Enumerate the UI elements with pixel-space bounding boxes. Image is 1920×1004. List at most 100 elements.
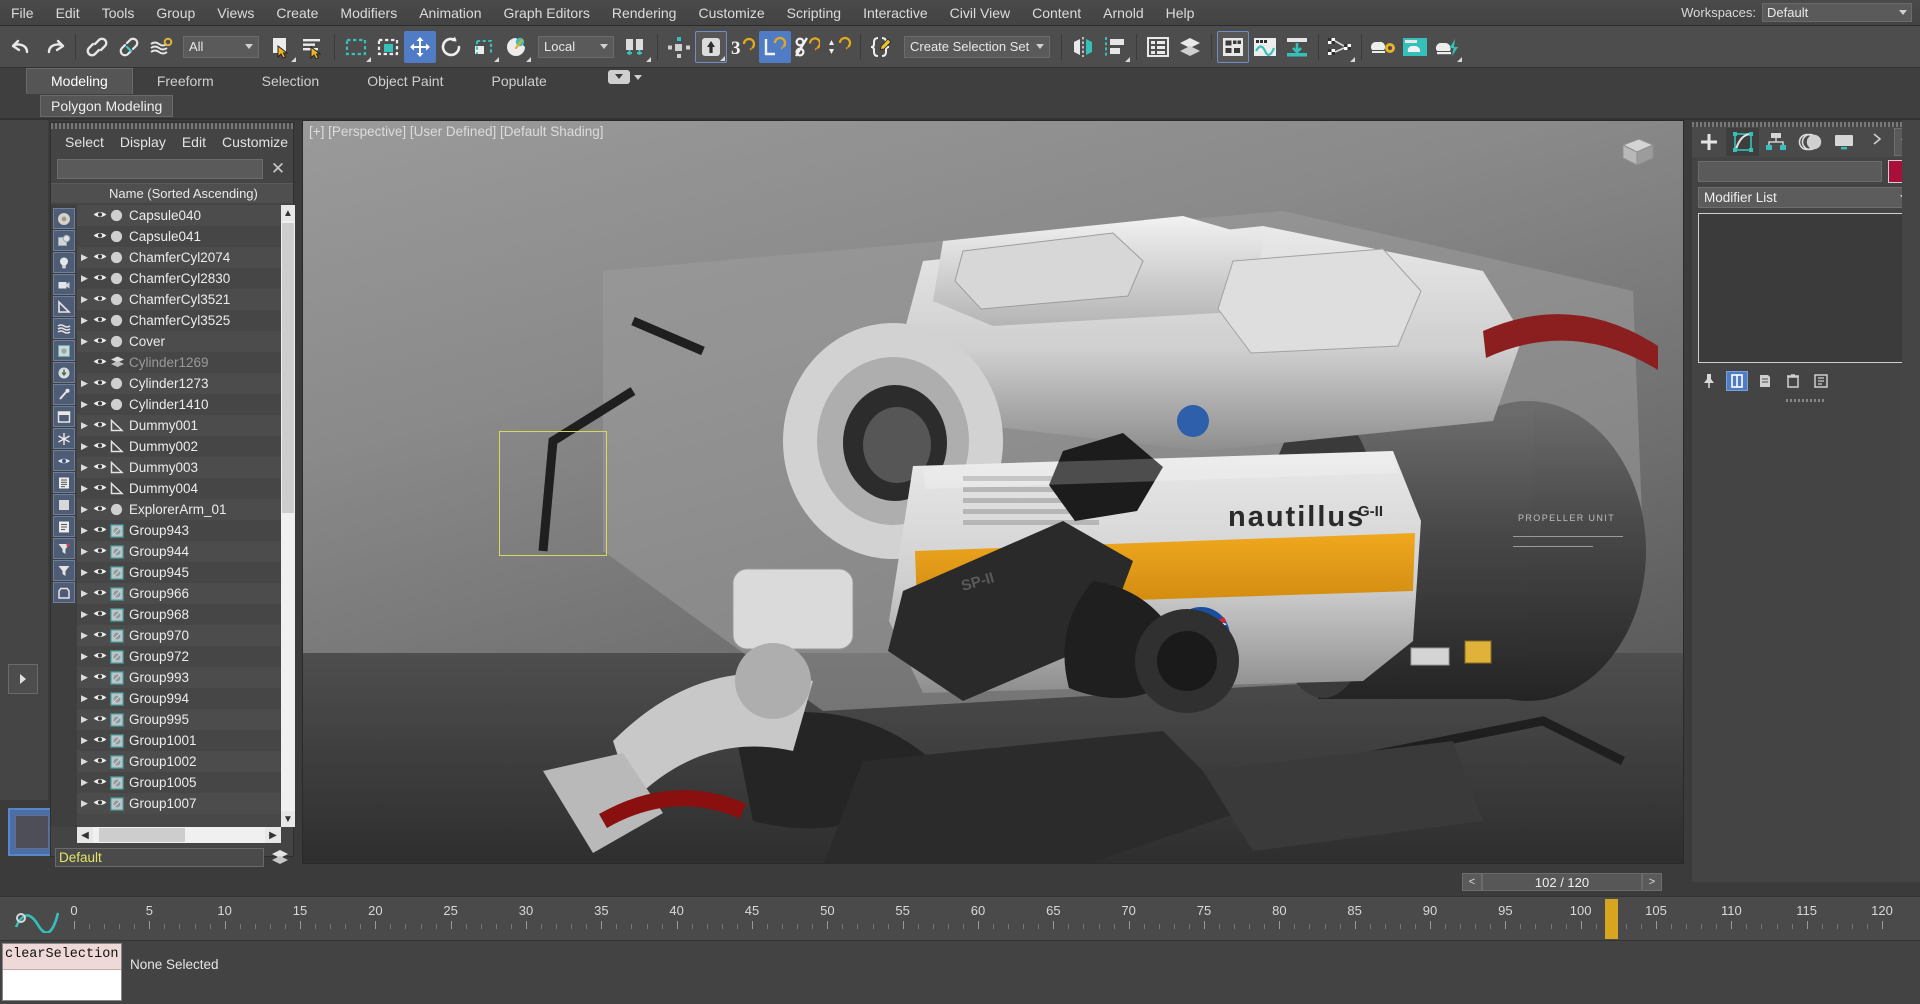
modifier-list-select[interactable]: Modifier List [1698,187,1914,208]
track-bar[interactable]: 0510152025303540455055606570758085909510… [0,896,1920,940]
menu-animation[interactable]: Animation [408,2,492,24]
menu-edit[interactable]: Edit [45,2,91,24]
visibility-eye-icon[interactable] [93,733,110,748]
visibility-eye-icon[interactable] [93,712,110,727]
scene-object-row[interactable]: Capsule040 [77,205,281,226]
timeline-ruler[interactable]: 0510152025303540455055606570758085909510… [56,897,1920,941]
menu-interactive[interactable]: Interactive [852,2,939,24]
filter-notes-icon[interactable] [53,516,75,537]
curve-editor-icon[interactable] [1249,31,1281,63]
visibility-eye-icon[interactable] [93,208,110,223]
expand-arrow-icon[interactable]: ▶ [81,378,93,389]
modifier-stack[interactable] [1698,213,1914,363]
visibility-eye-icon[interactable] [93,397,110,412]
expand-arrow-icon[interactable]: ▶ [81,567,93,578]
explorer-horizontal-scrollbar[interactable]: ◀ ▶ [77,827,281,843]
expand-arrow-icon[interactable]: ▶ [81,735,93,746]
filter-layers-icon[interactable] [53,472,75,493]
toggle-layer-explorer-icon[interactable] [1174,31,1206,63]
visibility-eye-icon[interactable] [93,628,110,643]
toggle-scene-explorer-icon[interactable] [1142,31,1174,63]
column-header-name[interactable]: Name (Sorted Ascending) [51,183,293,203]
expand-arrow-icon[interactable]: ▶ [81,441,93,452]
expand-arrow-icon[interactable]: ▶ [81,714,93,725]
expand-arrow-icon[interactable]: ▶ [81,294,93,305]
rectangular-selection-region-icon[interactable] [340,31,372,63]
remove-modifier-icon[interactable] [1782,371,1804,391]
visibility-eye-icon[interactable] [93,481,110,496]
redo-icon[interactable] [38,31,70,63]
visibility-eye-icon[interactable] [93,775,110,790]
utilities-tab[interactable] [1861,128,1895,156]
scene-object-row[interactable]: ▶Group968 [77,604,281,625]
scene-object-row[interactable]: ▶Group1001 [77,730,281,751]
render-production-icon[interactable] [1431,31,1463,63]
menu-views[interactable]: Views [206,2,265,24]
scene-object-row[interactable]: Cylinder1269 [77,352,281,373]
named-selection-set-combo[interactable]: Create Selection Set [904,36,1050,58]
scroll-left-button[interactable]: ◀ [77,827,93,843]
window-crossing-toggle-icon[interactable] [372,31,404,63]
visibility-eye-icon[interactable] [93,313,110,328]
expand-arrow-icon[interactable]: ▶ [81,777,93,788]
motion-tab[interactable] [1793,128,1827,156]
tab-freeform[interactable]: Freeform [133,69,238,94]
scene-object-row[interactable]: ▶Group943 [77,520,281,541]
maxscript-input-line[interactable] [3,970,121,1000]
explorer-menu-display[interactable]: Display [120,134,166,150]
percent-snap-toggle-icon[interactable] [791,31,823,63]
visibility-eye-icon[interactable] [93,376,110,391]
filter-selection-icon[interactable] [53,560,75,581]
display-tab[interactable] [1827,128,1861,156]
tab-selection[interactable]: Selection [238,69,344,94]
scene-object-row[interactable]: ▶Group972 [77,646,281,667]
expand-arrow-icon[interactable]: ▶ [81,336,93,347]
scrollbar-thumb[interactable] [282,223,294,513]
expand-arrow-icon[interactable]: ▶ [81,630,93,641]
scene-object-row[interactable]: ▶ChamferCyl2074 [77,247,281,268]
command-panel-resize-grip[interactable] [1786,399,1826,402]
expand-arrow-icon[interactable]: ▶ [81,588,93,599]
visibility-eye-icon[interactable] [93,670,110,685]
expand-arrow-icon[interactable]: ▶ [81,504,93,515]
perspective-viewport[interactable]: PROPELLER UNIT nautillus G-II NASA [302,120,1684,864]
expand-arrow-icon[interactable]: ▶ [81,273,93,284]
scene-object-row[interactable]: ▶Group995 [77,709,281,730]
filter-advanced-icon[interactable] [53,538,75,559]
workspace-select[interactable]: Default [1762,3,1912,22]
expand-arrow-icon[interactable]: ▶ [81,609,93,620]
use-pivot-point-center-icon[interactable] [620,31,652,63]
scene-object-row[interactable]: ▶ExplorerArm_01 [77,499,281,520]
filter-xrefs-icon[interactable] [53,362,75,383]
menu-graph-editors[interactable]: Graph Editors [492,2,600,24]
expand-arrow-icon[interactable]: ▶ [81,315,93,326]
modify-tab[interactable] [1726,128,1760,156]
expand-arrow-icon[interactable]: ▶ [81,462,93,473]
select-and-manipulate-icon[interactable] [663,31,695,63]
filter-materials-icon[interactable] [53,494,75,515]
scene-object-row[interactable]: ▶Group1005 [77,772,281,793]
explorer-vertical-scrollbar[interactable]: ▲ ▼ [281,205,295,827]
scene-object-list[interactable]: Capsule040Capsule041▶ChamferCyl2074▶Cham… [77,205,281,827]
mirror-icon[interactable] [1067,31,1099,63]
reference-coordinate-select[interactable]: Local [538,36,614,58]
visibility-eye-icon[interactable] [93,418,110,433]
explorer-menu-customize[interactable]: Customize [222,134,288,150]
snaps-3d-icon[interactable]: 3 [727,31,759,63]
visibility-eye-icon[interactable] [93,439,110,454]
scene-object-row[interactable]: ▶Dummy002 [77,436,281,457]
menu-create[interactable]: Create [265,2,329,24]
bind-to-space-warp-icon[interactable] [145,31,177,63]
angle-snap-toggle-icon[interactable] [759,31,791,63]
next-frame-button[interactable]: > [1642,873,1662,891]
filter-space-warps-icon[interactable] [53,318,75,339]
scene-object-row[interactable]: ▶Group994 [77,688,281,709]
filter-frozen-icon[interactable] [53,428,75,449]
maxscript-output-line[interactable]: clearSelection [3,944,121,970]
chevron-down-icon[interactable] [634,75,642,80]
timeline-playhead[interactable] [1605,899,1618,939]
select-and-move-icon[interactable] [404,31,436,63]
rendered-frame-window-icon[interactable] [1399,31,1431,63]
select-object-icon[interactable] [265,31,297,63]
material-editor-icon[interactable] [1217,31,1249,63]
